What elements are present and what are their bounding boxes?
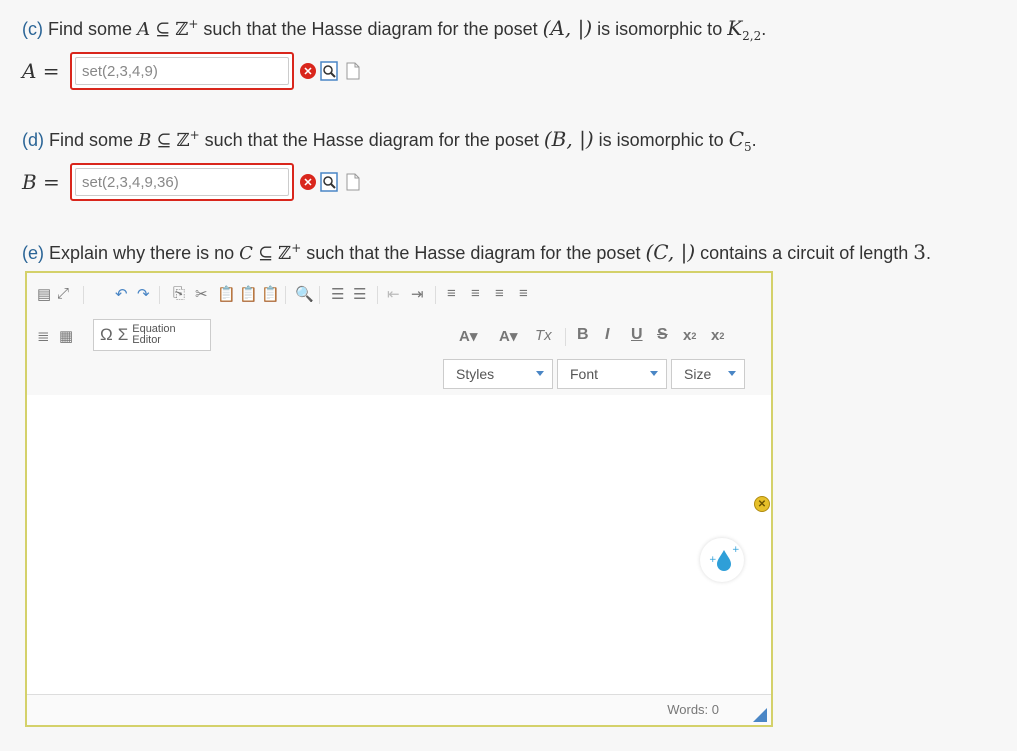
incorrect-icon: ✕	[300, 63, 316, 79]
undo-icon[interactable]: ↶	[115, 285, 128, 303]
question-c-text-mid: such that the Hasse diagram for the pose…	[203, 19, 538, 39]
question-d-label: (d)	[22, 130, 44, 150]
paste-word-icon[interactable]: 📋	[261, 285, 280, 303]
bullet-list-icon[interactable]: ☰	[353, 285, 366, 303]
align-right-icon[interactable]: ≡	[495, 285, 504, 302]
question-c-end: .	[761, 19, 767, 39]
answer-row-c: A = ✕	[22, 52, 360, 90]
maximize-icon[interactable]: ⤢	[57, 285, 69, 302]
question-c-universe: ℤ+	[175, 17, 199, 40]
question-e-text-before: Explain why there is no	[49, 243, 235, 263]
editor-toolbar: ▤ ⤢ ↶ ↷ ⎘ ✂ 📋 📋 📋 🔍 ☰ ☰ ⇤ ⇥ ≡ ≡ ≡ ≡ ≣ ▦ …	[27, 273, 771, 396]
question-c: (c) Find some A ⊆ ℤ+ such that the Hasse…	[22, 16, 766, 43]
svg-text:+: +	[732, 545, 740, 555]
bold-button[interactable]: B	[577, 326, 589, 344]
question-e-length: 3	[913, 240, 927, 264]
size-dropdown[interactable]: Size	[671, 359, 745, 389]
question-d-text-mid: such that the Hasse diagram for the pose…	[204, 130, 539, 150]
font-dropdown[interactable]: Font	[557, 359, 667, 389]
subscript-icon[interactable]: x2	[683, 327, 696, 344]
question-c-poset: (A, |)	[542, 16, 593, 40]
question-c-text-before: Find some	[48, 19, 133, 39]
find-icon[interactable]: 🔍	[295, 285, 314, 303]
answer-var-c: A =	[22, 59, 60, 83]
styles-dropdown[interactable]: Styles	[443, 359, 553, 389]
text-color-icon[interactable]: A▾	[459, 327, 477, 345]
background-color-icon[interactable]: A▾	[499, 327, 517, 345]
resize-handle[interactable]	[753, 708, 767, 722]
horizontal-rule-icon[interactable]: ≣	[37, 327, 50, 345]
question-e-universe: ℤ+	[278, 241, 302, 264]
grammar-assistant-icon[interactable]: + +	[700, 538, 744, 582]
warning-icon: ✕	[754, 496, 770, 512]
question-c-subset: ⊆	[155, 19, 171, 40]
question-d-setvar: B	[138, 130, 152, 151]
editor-footer: Words: 0	[27, 694, 771, 725]
question-c-target: K2,2	[727, 16, 762, 43]
answer-box-c	[70, 52, 294, 90]
svg-text:+: +	[709, 555, 717, 565]
question-d: (d) Find some B ⊆ ℤ+ such that the Hasse…	[22, 127, 757, 154]
preview-icon[interactable]	[320, 61, 338, 81]
cut-icon[interactable]: ✂	[195, 285, 208, 303]
indent-icon[interactable]: ⇥	[411, 285, 424, 303]
document-icon[interactable]	[346, 62, 360, 80]
question-d-poset: (B, |)	[543, 127, 594, 151]
align-left-icon[interactable]: ≡	[447, 285, 456, 302]
remove-format-icon[interactable]: Tx	[535, 327, 552, 344]
redo-icon[interactable]: ↷	[137, 285, 150, 303]
question-d-target: C5	[728, 127, 752, 154]
question-c-text-after: is isomorphic to	[597, 19, 723, 39]
question-d-text-before: Find some	[49, 130, 134, 150]
equation-editor-label: Equation Editor	[132, 323, 176, 346]
question-e-end: .	[926, 243, 932, 263]
italic-button[interactable]: I	[605, 326, 609, 344]
preview-icon[interactable]	[320, 172, 338, 192]
word-count: Words: 0	[667, 702, 719, 717]
equation-editor-button[interactable]: Ω Σ Equation Editor	[93, 319, 211, 351]
question-d-text-after: is isomorphic to	[598, 130, 724, 150]
outdent-icon[interactable]: ⇤	[387, 285, 400, 303]
superscript-icon[interactable]: x2	[711, 327, 724, 344]
answer-input-d[interactable]	[75, 168, 289, 196]
underline-button[interactable]: U	[631, 326, 643, 344]
justify-icon[interactable]: ≡	[519, 285, 528, 302]
omega-icon: Ω	[100, 325, 113, 344]
sigma-icon: Σ	[117, 325, 129, 344]
question-c-setvar: A	[137, 19, 151, 40]
question-d-subset: ⊆	[156, 130, 172, 151]
paste-icon[interactable]: 📋	[217, 285, 236, 303]
question-d-universe: ℤ+	[176, 128, 200, 151]
answer-input-c[interactable]	[75, 57, 289, 85]
paste-text-icon[interactable]: 📋	[239, 285, 258, 303]
document-icon[interactable]	[346, 173, 360, 191]
source-icon[interactable]: ▤	[37, 285, 51, 303]
editor-content-area[interactable]	[27, 395, 771, 695]
strikethrough-button[interactable]: S	[657, 326, 668, 344]
incorrect-icon: ✕	[300, 174, 316, 190]
table-icon[interactable]: ▦	[59, 327, 73, 345]
answer-var-d: B =	[22, 170, 60, 194]
question-e: (e) Explain why there is no C ⊆ ℤ+ such …	[22, 240, 931, 264]
question-e-text-after: contains a circuit of length	[700, 243, 909, 263]
question-d-end: .	[751, 130, 757, 150]
question-c-label: (c)	[22, 19, 43, 39]
question-e-label: (e)	[22, 243, 44, 263]
numbered-list-icon[interactable]: ☰	[331, 285, 344, 303]
copy-icon[interactable]: ⎘	[173, 285, 185, 302]
question-e-subset: ⊆	[257, 243, 274, 264]
question-e-text-mid: such that the Hasse diagram for the pose…	[306, 243, 641, 263]
question-e-setvar: C	[239, 243, 253, 264]
answer-box-d	[70, 163, 294, 201]
align-center-icon[interactable]: ≡	[471, 285, 480, 302]
rich-text-editor: ▤ ⤢ ↶ ↷ ⎘ ✂ 📋 📋 📋 🔍 ☰ ☰ ⇤ ⇥ ≡ ≡ ≡ ≡ ≣ ▦ …	[25, 271, 773, 727]
question-e-poset: (C, |)	[645, 240, 696, 264]
answer-row-d: B = ✕	[22, 163, 360, 201]
